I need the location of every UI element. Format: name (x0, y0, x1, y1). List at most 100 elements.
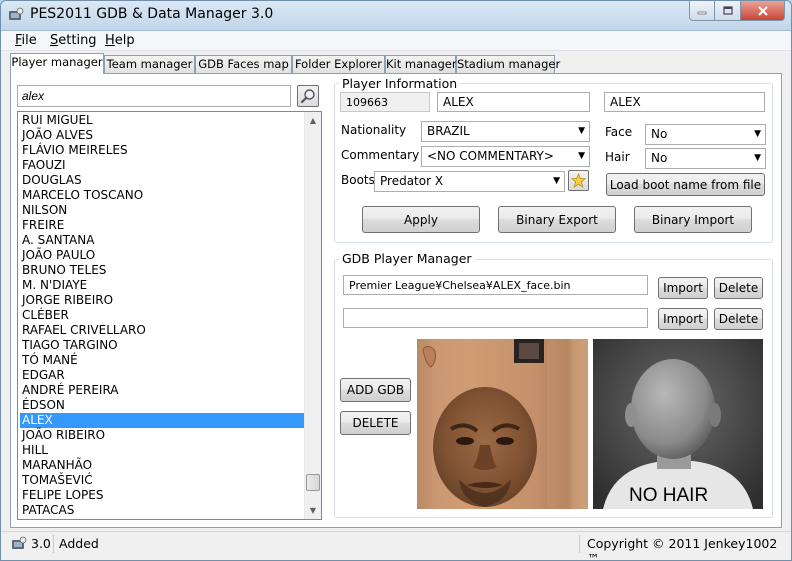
list-item[interactable]: MARCELO TOSCANO (20, 188, 305, 203)
status-copyright: Copyright © 2011 Jenkey1002 ™ (587, 536, 778, 561)
boots-label: Boots (341, 173, 375, 187)
list-item[interactable]: BRUNO TELES (20, 263, 305, 278)
list-item[interactable]: TOMAŠEVIĆ (20, 473, 305, 488)
list-item[interactable]: A. SANTANA (20, 233, 305, 248)
chevron-down-icon: ▼ (754, 153, 761, 163)
close-icon (757, 5, 768, 16)
search-icon (300, 89, 315, 104)
face-texture-preview (417, 339, 588, 509)
list-item[interactable]: JOÃO ALVES (20, 128, 305, 143)
title-bar[interactable]: PES2011 GDB & Data Manager 3.0 (1, 1, 791, 31)
app-icon (9, 7, 24, 20)
list-item[interactable]: JOÃO PAULO (20, 248, 305, 263)
list-scrollbar[interactable]: ▲ ▼ (304, 112, 321, 519)
list-item[interactable]: FLÁVIO MEIRELES (20, 143, 305, 158)
nationality-select[interactable]: BRAZIL ▼ (421, 121, 590, 142)
list-item[interactable]: TIAGO TARGINO (20, 338, 305, 353)
binary-export-button[interactable]: Binary Export (498, 206, 616, 233)
list-item-selected[interactable]: ALEX (20, 413, 305, 428)
list-item[interactable]: FAOUZI (20, 158, 305, 173)
star-icon (571, 173, 586, 188)
status-separator (53, 535, 54, 553)
list-item[interactable]: CLÉBER (20, 308, 305, 323)
boots-select[interactable]: Predator X ▼ (374, 171, 565, 192)
close-button[interactable] (741, 1, 785, 21)
tab-player-manager[interactable]: Player manager (10, 53, 104, 74)
binary-import-button[interactable]: Binary Import (634, 206, 752, 233)
status-separator (579, 535, 580, 553)
list-item[interactable]: FELIPE LOPES (20, 488, 305, 503)
window-controls (689, 1, 785, 21)
chevron-down-icon: ▼ (578, 151, 585, 161)
menu-bar: File Setting Help (1, 31, 791, 51)
list-item[interactable]: ANDRÉ PEREIRA (20, 383, 305, 398)
maximize-icon (722, 6, 733, 15)
list-item[interactable]: ÉDSON (20, 398, 305, 413)
minimize-icon (697, 11, 707, 14)
player-shirt-name-field[interactable]: ALEX (604, 92, 765, 112)
status-message: Added (59, 536, 99, 551)
tab-stadium-manager[interactable]: Stadium manager (456, 55, 560, 73)
menu-setting[interactable]: Setting (50, 33, 97, 48)
status-bar: 3.0 Added Copyright © 2011 Jenkey1002 ™ (1, 531, 791, 560)
list-item[interactable]: RUI MIGUEL (20, 113, 305, 128)
commentary-label: Commentary (341, 148, 420, 162)
hair-model-image (593, 339, 763, 509)
apply-button[interactable]: Apply (362, 206, 480, 233)
search-input[interactable] (17, 85, 291, 107)
hair-gdb-path-field[interactable] (343, 308, 648, 328)
delete-face-button[interactable]: Delete (714, 277, 763, 299)
add-gdb-button[interactable]: ADD GDB (340, 378, 411, 402)
delete-hair-button[interactable]: Delete (714, 308, 763, 330)
list-item[interactable]: EDGAR (20, 368, 305, 383)
scroll-down-arrow-icon[interactable]: ▼ (305, 502, 321, 519)
tab-team-manager[interactable]: Team manager (104, 55, 195, 73)
face-gdb-path-field[interactable]: Premier League¥Chelsea¥ALEX_face.bin (343, 275, 648, 295)
face-label: Face (605, 125, 633, 139)
app-icon (12, 536, 27, 549)
gdb-player-manager-title: GDB Player Manager (339, 251, 475, 266)
commentary-select[interactable]: <NO COMMENTARY> ▼ (421, 146, 590, 167)
list-item[interactable]: FREIRE (20, 218, 305, 233)
chevron-down-icon: ▼ (553, 176, 560, 186)
load-boot-name-button[interactable]: Load boot name from file (606, 173, 765, 196)
tab-kit-manager[interactable]: Kit manager (385, 55, 457, 73)
nationality-label: Nationality (341, 123, 407, 137)
list-item[interactable]: M. N'DIAYE (20, 278, 305, 293)
list-item[interactable]: MARANHÃO (20, 458, 305, 473)
player-name-field[interactable]: ALEX (437, 92, 590, 112)
scroll-up-arrow-icon[interactable]: ▲ (305, 112, 321, 129)
scroll-thumb[interactable] (306, 474, 320, 491)
menu-help[interactable]: Help (105, 33, 135, 48)
chevron-down-icon: ▼ (578, 126, 585, 136)
import-face-button[interactable]: Import (658, 277, 708, 299)
window-title: PES2011 GDB & Data Manager 3.0 (30, 6, 274, 22)
list-item[interactable]: PATACAS (20, 503, 305, 518)
menu-file[interactable]: File (15, 33, 37, 48)
hair-preview: NO HAIR (593, 339, 763, 509)
list-item[interactable]: NILSON (20, 203, 305, 218)
maximize-button[interactable] (715, 1, 741, 21)
list-item[interactable]: JORGE RIBEIRO (20, 293, 305, 308)
status-version: 3.0 (31, 536, 51, 551)
app-window: PES2011 GDB & Data Manager 3.0 File Sett… (0, 0, 792, 561)
favorite-boot-button[interactable] (568, 170, 589, 191)
list-item[interactable]: RAFAEL CRIVELLARO (20, 323, 305, 338)
face-select[interactable]: No ▼ (645, 124, 766, 145)
tab-folder-explorer[interactable]: Folder Explorer (292, 55, 385, 73)
tab-gdb-faces-map[interactable]: GDB Faces map (195, 55, 292, 73)
player-info-title: Player Information (339, 76, 461, 91)
list-item[interactable]: HILL (20, 443, 305, 458)
player-id-field: 109663 (340, 92, 430, 112)
minimize-button[interactable] (689, 1, 715, 21)
list-item[interactable]: DOUGLAS (20, 173, 305, 188)
hair-label: Hair (605, 150, 630, 164)
list-item[interactable]: TÓ MANÉ (20, 353, 305, 368)
no-hair-label: NO HAIR (629, 485, 709, 506)
list-item[interactable]: JOÃO RIBEIRO (20, 428, 305, 443)
hair-select[interactable]: No ▼ (645, 148, 766, 169)
player-list[interactable]: RUI MIGUEL JOÃO ALVES FLÁVIO MEIRELES FA… (17, 111, 322, 520)
delete-gdb-button[interactable]: DELETE (340, 411, 411, 435)
import-hair-button[interactable]: Import (658, 308, 708, 330)
search-button[interactable] (297, 85, 319, 107)
